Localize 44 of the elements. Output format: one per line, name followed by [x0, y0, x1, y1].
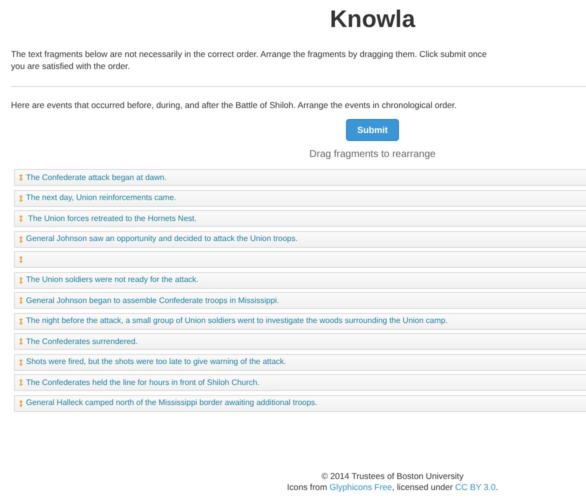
fragment-item[interactable]: The next day, Union reinforcements came. — [14, 190, 586, 206]
credit-text: Icons from Glyphicons Free, licensed under CC BY 3.0. — [286, 482, 499, 492]
fragment-item[interactable]: Shots were fired, but the shots were too late to give warning of the attack. — [14, 354, 586, 370]
drag-handle-icon — [19, 318, 23, 324]
fragment-item[interactable]: The night before the attack, a small group of Union soldiers went to investigate the woods surrounding the Union camp. — [14, 312, 586, 330]
drag-handle-icon — [19, 174, 23, 181]
hint-text: Drag fragments to rearrange — [309, 149, 436, 161]
fragment-item[interactable]: The Union soldiers were not ready for the attack. — [14, 272, 586, 288]
page-title: Knowla — [330, 6, 416, 34]
drag-handle-icon — [19, 338, 23, 345]
fragment-item[interactable]: The Confederates held the line for hours in front of Shiloh Church. — [14, 374, 586, 391]
fragment-item[interactable] — [14, 251, 586, 268]
drag-handle-icon — [19, 400, 23, 406]
drag-handle-icon — [19, 194, 23, 202]
fragment-text: Shots were fired, but the shots were too late to give warning of the attack. — [26, 356, 286, 368]
instructions-text: The text fragments below are not necessarily in the correct order. Arrange the fragments by dragging them. Click submit once you are satisfied with the order. — [11, 48, 488, 72]
fragment-item[interactable]: General Halleck camped north of the Mississippi border awaiting additional troops. — [14, 394, 586, 412]
fragment-text: The Union soldiers were not ready for the attack. — [26, 274, 199, 286]
drag-handle-icon — [19, 215, 23, 222]
prompt-text: Here are events that occurred before, during, and after the Battle of Shiloh. Arrange the events in chronological order. — [11, 99, 458, 111]
drag-handle-icon — [19, 256, 23, 263]
drag-handle-icon — [19, 276, 23, 284]
fragment-text: General Halleck camped north of the Mississippi border awaiting additional troops. — [26, 397, 318, 409]
fragment-item[interactable]: The Confederate attack began at dawn. — [14, 169, 586, 186]
drag-handle-icon — [19, 358, 23, 366]
fragment-item[interactable]: The Confederates surrendered. — [14, 333, 586, 350]
fragment-text: General Johnson began to assemble Confederate troops in Mississippi. — [26, 294, 280, 306]
fragment-text: The Confederates held the line for hours in front of Shiloh Church. — [26, 376, 260, 388]
copyright-text: © 2014 Trustees of Boston University — [320, 470, 464, 482]
fragment-text: The Confederates surrendered. — [26, 336, 138, 348]
drag-handle-icon — [19, 297, 23, 304]
fragment-text: The Confederate attack began at dawn. — [26, 172, 167, 184]
fragment-text: The Union forces retreated to the Hornets Nest. — [27, 212, 197, 224]
fragment-text: The next day, Union reinforcements came. — [26, 192, 176, 204]
fragment-item[interactable]: General Johnson saw an opportunity and decided to attack the Union troops. — [14, 230, 586, 248]
drag-handle-icon — [19, 236, 23, 242]
fragment-text: General Johnson saw an opportunity and decided to attack the Union troops. — [26, 233, 298, 245]
submit-button[interactable]: Submit — [346, 119, 399, 141]
fragment-item[interactable]: General Johnson began to assemble Confederate troops in Mississippi. — [14, 292, 586, 309]
credit-link[interactable]: Glyphicons Free — [330, 482, 392, 492]
credit-link[interactable]: CC BY 3.0 — [455, 482, 496, 492]
drag-handle-icon — [19, 379, 23, 386]
fragment-item[interactable]: The Union forces retreated to the Hornets Nest. — [14, 210, 586, 227]
fragment-text: The night before the attack, a small group of Union soldiers went to investigate the woods surrounding the Union camp. — [26, 315, 448, 327]
